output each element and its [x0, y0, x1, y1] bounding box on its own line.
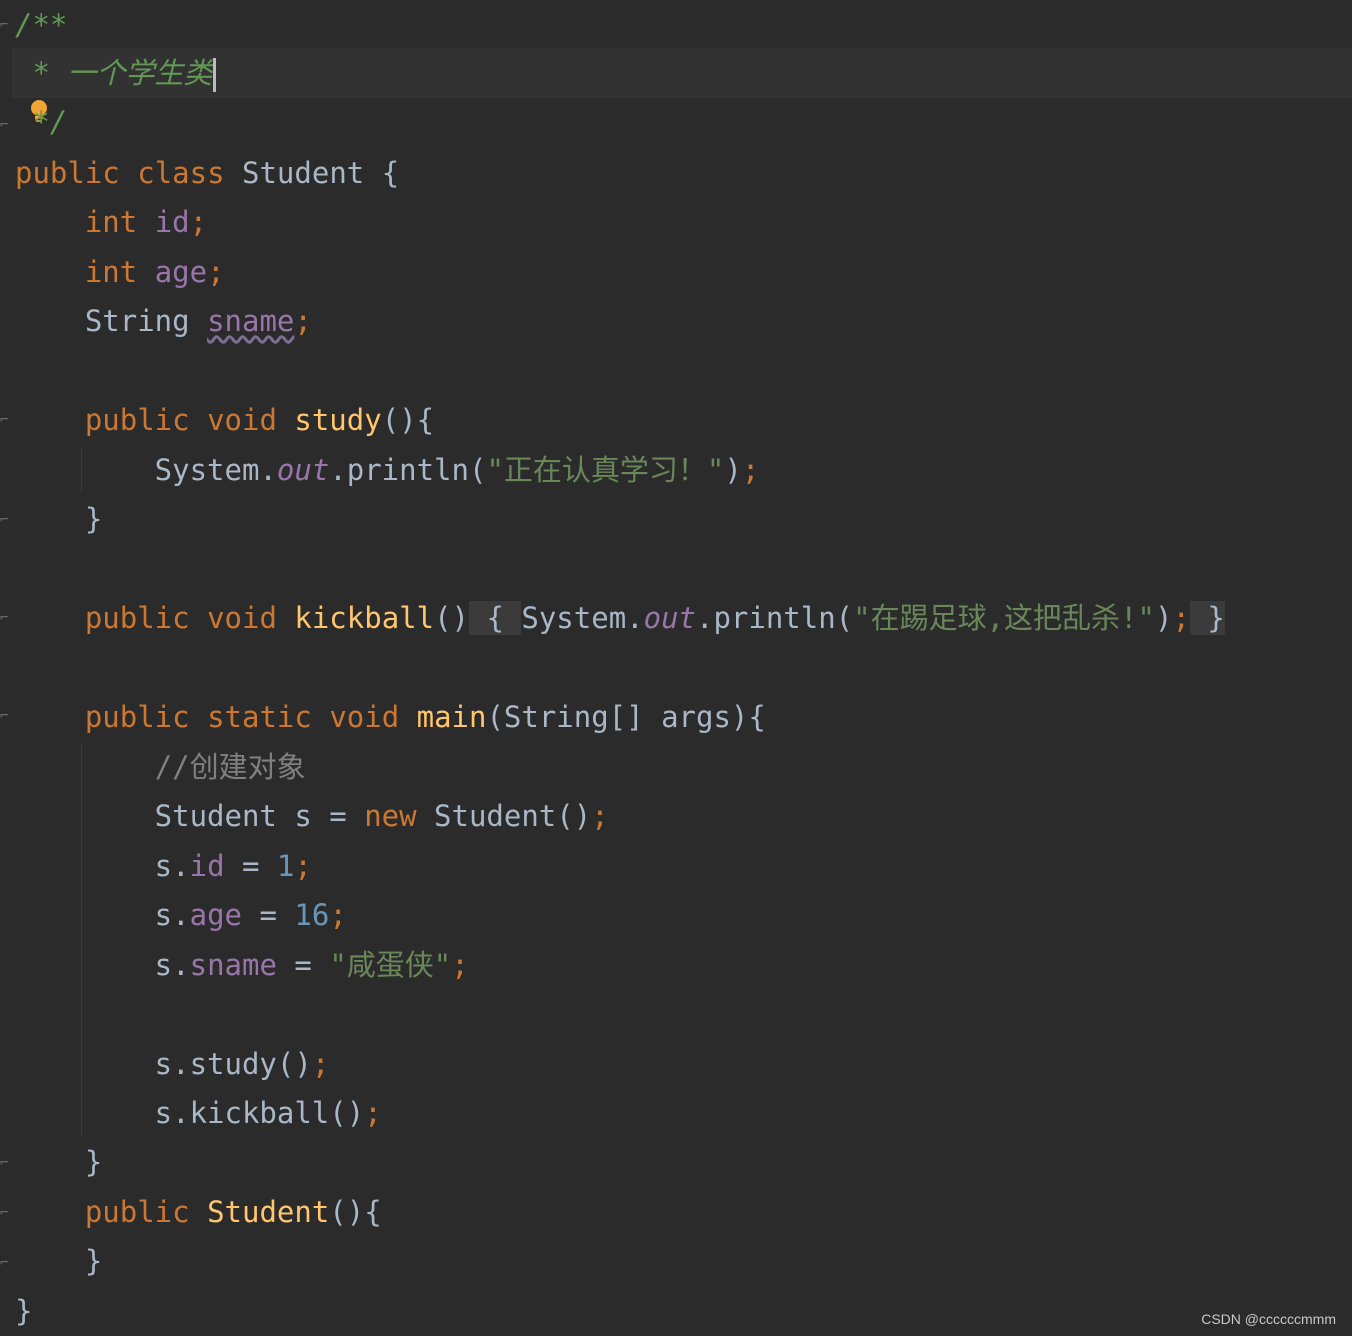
semicolon: ; [364, 1096, 382, 1130]
code-line-22[interactable]: s.study(); [15, 1039, 330, 1089]
text-caret [213, 58, 217, 92]
keyword-public: public [84, 403, 190, 437]
doc-comment: */ [15, 105, 68, 139]
semicolon: ; [329, 898, 347, 932]
doc-comment: /** [15, 8, 68, 42]
field-id: id [154, 205, 190, 239]
string-literal: "正在认真学习！" [486, 453, 725, 487]
number-literal: 16 [294, 898, 330, 932]
fold-icon[interactable]: ⌐ [0, 115, 12, 135]
code-line-7[interactable]: String sname; [15, 296, 312, 346]
code-line-5[interactable]: int id; [15, 197, 207, 247]
field-age: age [154, 255, 208, 289]
method-main: main [416, 700, 487, 734]
field-out: out [276, 453, 330, 487]
code-editor[interactable]: ⌐ ⌐ ⌐ ⌐ ⌐ ⌐ ⌐ ⌐ ⌐ /** * 一个学生类 */ public … [0, 0, 1352, 1335]
editor-gutter[interactable] [0, 0, 12, 1335]
method-kickball: kickball [294, 601, 435, 635]
fold-icon[interactable]: ⌐ [0, 1153, 12, 1173]
semicolon: ; [451, 948, 469, 982]
fold-icon[interactable]: ⌐ [0, 1203, 12, 1223]
semicolon: ; [294, 304, 312, 338]
semicolon: ; [741, 453, 760, 487]
keyword-public: public [84, 601, 190, 635]
keyword-new: new [364, 799, 417, 833]
code-line-25[interactable]: public Student(){ [15, 1187, 382, 1237]
watermark: CSDN @ccccccmmm [1201, 1311, 1336, 1327]
keyword-int: int [84, 205, 138, 239]
semicolon: ; [189, 205, 208, 239]
code-line-18[interactable]: s.id = 1; [15, 841, 312, 891]
keyword-int: int [84, 255, 138, 289]
fold-icon[interactable]: ⌐ [0, 706, 12, 726]
code-line-19[interactable]: s.age = 16; [15, 890, 347, 940]
fold-icon[interactable]: ⌐ [0, 608, 12, 628]
folded-region-end[interactable]: } [1189, 601, 1225, 635]
keyword-class: class [137, 156, 225, 190]
doc-comment: * 一个学生类 [15, 56, 213, 90]
fold-icon[interactable]: ⌐ [0, 510, 12, 530]
semicolon: ; [591, 799, 609, 833]
code-line-1[interactable]: /** [15, 0, 67, 50]
number-literal: 1 [276, 849, 295, 883]
code-line-15[interactable]: public static void main(String[] args){ [15, 692, 766, 742]
fold-icon[interactable]: ⌐ [0, 15, 12, 35]
constructor-student: Student [207, 1195, 330, 1229]
semicolon: ; [311, 1047, 330, 1081]
line-comment: //创建对象 [154, 750, 306, 784]
code-line-3[interactable]: */ [15, 97, 67, 147]
semicolon: ; [207, 255, 225, 289]
code-line-6[interactable]: int age; [15, 247, 225, 297]
keyword-void: void [329, 700, 400, 734]
code-line-9[interactable]: public void study(){ [15, 395, 434, 445]
string-literal: "在踢足球,这把乱杀!" [853, 601, 1155, 635]
keyword-void: void [207, 403, 277, 437]
code-line-27[interactable]: } [15, 1286, 32, 1336]
keyword-public: public [84, 700, 190, 734]
string-literal: "咸蛋侠" [329, 948, 452, 982]
field-sname: sname [189, 948, 277, 982]
field-id: id [189, 849, 225, 883]
code-line-17[interactable]: Student s = new Student(); [15, 791, 609, 841]
keyword-public: public [84, 1195, 190, 1229]
keyword-static: static [207, 700, 312, 734]
code-line-20[interactable]: s.sname = "咸蛋侠"; [15, 940, 469, 990]
method-study: study [294, 403, 382, 437]
semicolon: ; [1172, 601, 1190, 635]
field-out: out [643, 601, 696, 635]
folded-region-start[interactable]: { [469, 601, 522, 635]
class-name: Student [242, 156, 365, 190]
code-line-11[interactable]: } [15, 494, 102, 544]
code-line-24[interactable]: } [15, 1137, 102, 1187]
code-line-16[interactable]: //创建对象 [15, 742, 306, 792]
keyword-public: public [15, 156, 120, 190]
code-line-10[interactable]: System.out.println("正在认真学习！"); [15, 445, 760, 495]
code-line-26[interactable]: } [15, 1236, 102, 1286]
code-line-23[interactable]: s.kickball(); [15, 1088, 382, 1138]
fold-icon[interactable]: ⌐ [0, 1253, 12, 1273]
fold-icon[interactable]: ⌐ [0, 410, 12, 430]
code-line-4[interactable]: public class Student { [15, 148, 399, 198]
code-line-2[interactable]: * 一个学生类 [15, 48, 217, 98]
semicolon: ; [294, 849, 312, 883]
field-sname: sname [207, 304, 295, 338]
keyword-void: void [207, 601, 277, 635]
field-age: age [189, 898, 242, 932]
code-line-13[interactable]: public void kickball() { System.out.prin… [15, 593, 1225, 643]
